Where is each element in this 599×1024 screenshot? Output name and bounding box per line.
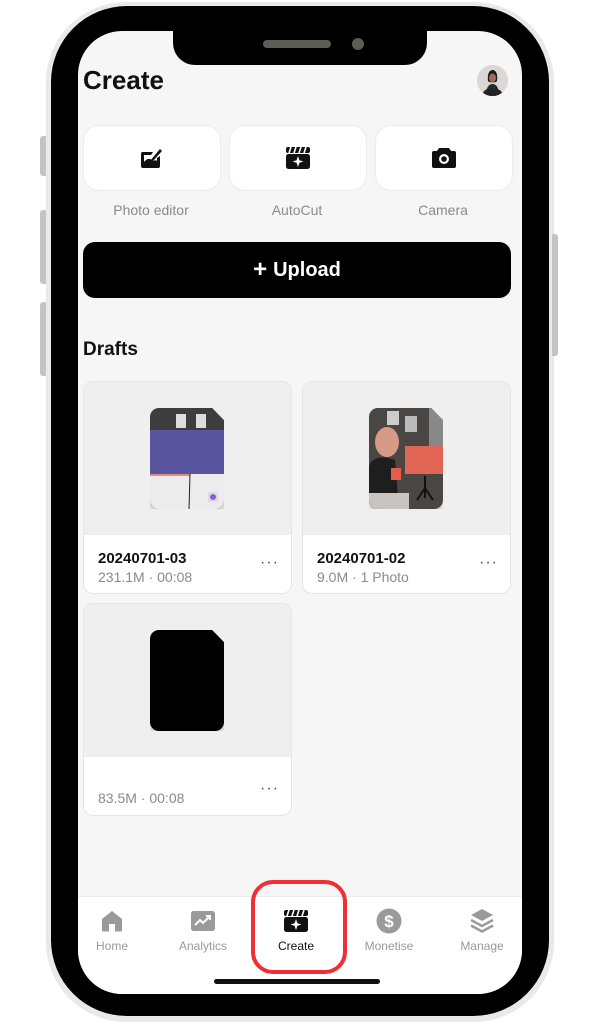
svg-text:$: $ xyxy=(384,912,394,931)
tab-home[interactable]: Home xyxy=(78,907,156,953)
upload-label: Upload xyxy=(273,258,341,281)
volume-down-button xyxy=(40,302,46,376)
tab-label: Manage xyxy=(460,939,504,953)
mute-switch xyxy=(40,136,46,176)
tab-label: Analytics xyxy=(178,939,228,953)
draft-card[interactable]: 83.5M · 00:08 ··· xyxy=(83,603,292,816)
tab-manage[interactable]: Manage xyxy=(438,907,522,953)
draft-thumbnail-area xyxy=(84,382,291,535)
user-avatar-icon xyxy=(477,65,508,96)
draft-thumbnail xyxy=(369,408,443,509)
create-tab-highlight xyxy=(251,880,347,974)
camera-label: Camera xyxy=(418,202,468,218)
draft-thumbnail xyxy=(150,630,224,731)
app-screen: Create Photo editor AutoCut Camera + Upl… xyxy=(78,31,522,994)
photo-editor-button[interactable] xyxy=(83,125,221,191)
clapperboard-sparkle-icon xyxy=(286,146,310,169)
draft-meta: 231.1M · 00:08 xyxy=(98,569,193,585)
more-options-icon[interactable]: ··· xyxy=(260,780,279,798)
upload-button[interactable]: + Upload xyxy=(83,242,511,298)
page-title: Create xyxy=(83,65,164,95)
draft-card[interactable]: 20240701-03 231.1M · 00:08 ··· xyxy=(83,381,292,594)
notch xyxy=(173,28,427,65)
draft-meta: 9.0M · 1 Photo xyxy=(317,569,409,585)
draft-name: 20240701-03 xyxy=(98,550,187,567)
draft-thumbnail-area xyxy=(303,382,510,535)
avatar[interactable] xyxy=(477,65,508,96)
layers-icon xyxy=(470,909,494,933)
dollar-icon: $ xyxy=(376,908,402,934)
draft-thumbnail xyxy=(150,408,224,509)
photo-edit-icon xyxy=(140,149,162,168)
draft-thumbnail-area xyxy=(84,604,291,757)
tab-analytics[interactable]: Analytics xyxy=(159,907,247,953)
draft-meta: 83.5M · 00:08 xyxy=(98,790,185,806)
camera-icon xyxy=(432,148,456,168)
more-options-icon[interactable]: ··· xyxy=(479,554,498,572)
autocut-label: AutoCut xyxy=(271,202,323,218)
camera-button[interactable] xyxy=(375,125,513,191)
more-options-icon[interactable]: ··· xyxy=(260,554,279,572)
photo-editor-label: Photo editor xyxy=(113,202,189,218)
drafts-heading: Drafts xyxy=(83,339,138,360)
tab-monetise[interactable]: $ Monetise xyxy=(345,907,433,953)
draft-card[interactable]: 20240701-02 9.0M · 1 Photo ··· xyxy=(302,381,511,594)
power-button xyxy=(552,234,558,356)
plus-icon: + xyxy=(253,256,268,283)
volume-up-button xyxy=(40,210,46,284)
home-icon xyxy=(102,911,122,932)
tab-label: Home xyxy=(95,939,128,953)
autocut-button[interactable] xyxy=(229,125,367,191)
home-indicator[interactable] xyxy=(214,979,380,984)
tab-label: Monetise xyxy=(364,939,414,953)
draft-name: 20240701-02 xyxy=(317,550,406,567)
analytics-icon xyxy=(191,911,215,931)
speaker xyxy=(263,40,331,48)
front-camera xyxy=(352,38,364,50)
